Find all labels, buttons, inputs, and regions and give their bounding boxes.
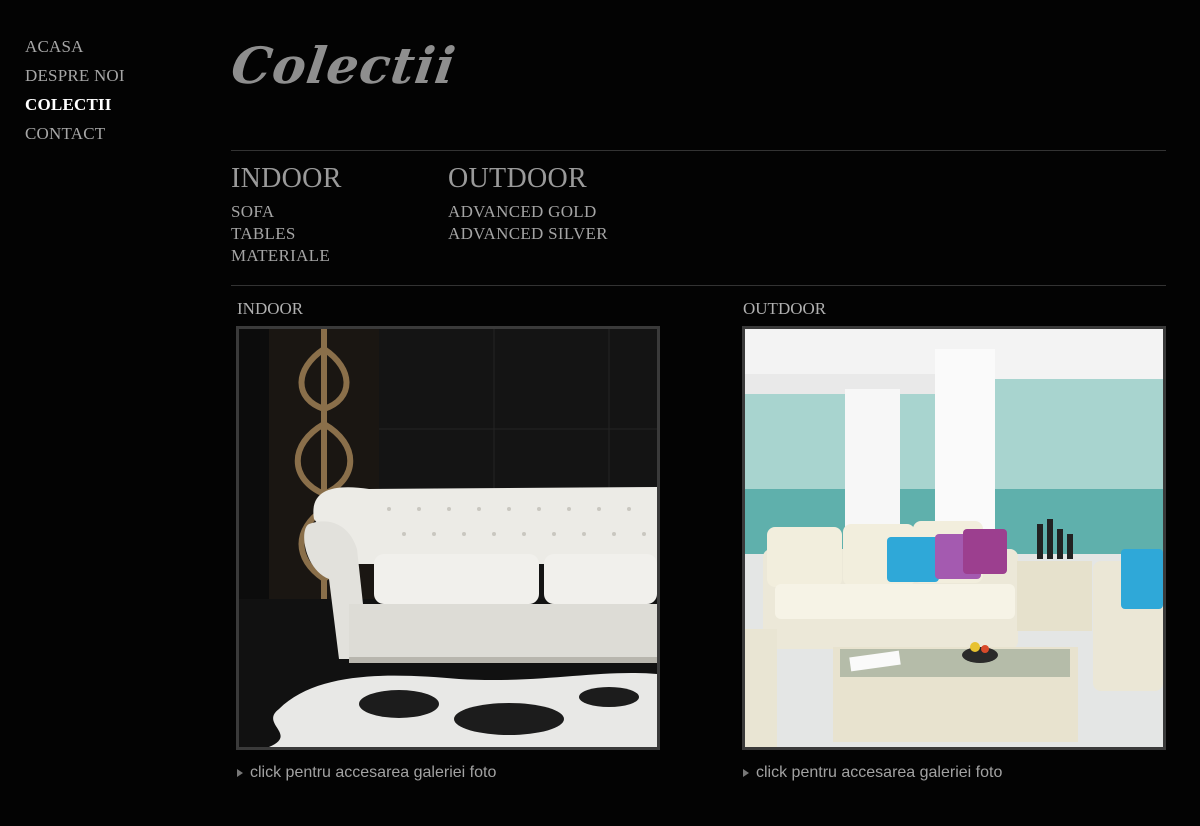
gallery-indoor: INDOOR click pentru accesarea galeriei f… <box>236 298 660 782</box>
white-tufted-sofa-photo <box>239 329 657 747</box>
nav-item-colectii[interactable]: COLECTII <box>25 90 125 119</box>
category-outdoor-title: OUTDOOR <box>448 163 587 194</box>
nav-item-contact[interactable]: CONTACT <box>25 119 125 148</box>
gallery-indoor-label: INDOOR <box>237 299 304 318</box>
category-link-advanced-gold[interactable]: ADVANCED GOLD <box>448 201 608 223</box>
nav-item-despre-noi[interactable]: DESPRE NOI <box>25 61 125 90</box>
category-link-materiale[interactable]: MATERIALE <box>231 245 342 267</box>
category-link-tables[interactable]: TABLES <box>231 223 342 245</box>
divider-bottom <box>231 285 1166 286</box>
gallery-outdoor-label: OUTDOOR <box>743 299 827 318</box>
gallery-outdoor: OUTDOOR click pentru accesarea galeriei … <box>742 298 1166 782</box>
gallery-outdoor-link[interactable]: click pentru accesarea galeriei foto <box>742 764 1166 782</box>
gallery-indoor-image[interactable] <box>236 326 660 750</box>
page-title-logo: Colectii <box>227 36 460 95</box>
main-nav: ACASA DESPRE NOI COLECTII CONTACT <box>25 32 125 148</box>
category-link-advanced-silver[interactable]: ADVANCED SILVER <box>448 223 608 245</box>
category-indoor: INDOOR SOFA TABLES MATERIALE <box>231 163 342 267</box>
outdoor-wicker-lounge-photo <box>745 329 1163 747</box>
arrow-right-icon <box>237 769 243 777</box>
category-link-sofa[interactable]: SOFA <box>231 201 342 223</box>
arrow-right-icon <box>743 769 749 777</box>
category-outdoor: OUTDOOR ADVANCED GOLD ADVANCED SILVER <box>448 163 608 245</box>
category-indoor-title: INDOOR <box>231 163 342 194</box>
gallery-outdoor-image[interactable] <box>742 326 1166 750</box>
gallery-indoor-link-text: click pentru accesarea galeriei foto <box>250 764 497 781</box>
nav-item-acasa[interactable]: ACASA <box>25 32 125 61</box>
gallery-indoor-link[interactable]: click pentru accesarea galeriei foto <box>236 764 660 782</box>
gallery-outdoor-link-text: click pentru accesarea galeriei foto <box>756 764 1003 781</box>
divider-top <box>231 150 1166 151</box>
